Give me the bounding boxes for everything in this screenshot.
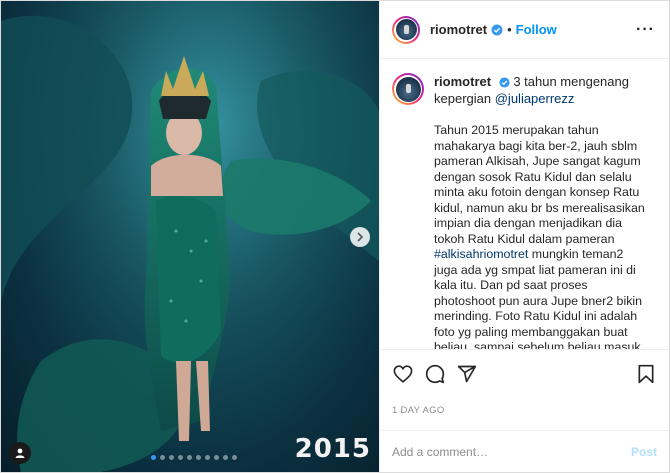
next-image-button[interactable] — [350, 227, 370, 247]
post-side-panel: riomotret • Follow ··· riomotret 3 tahun… — [379, 1, 669, 472]
post-header: riomotret • Follow ··· — [380, 1, 669, 59]
caption-body-1: Tahun 2015 merupakan tahun mahakarya bag… — [434, 123, 645, 246]
user-icon — [15, 448, 25, 458]
carousel-dot — [196, 455, 201, 460]
caption-avatar[interactable] — [392, 73, 424, 105]
username-link[interactable]: riomotret — [430, 22, 487, 37]
heart-icon — [393, 364, 413, 383]
save-button[interactable] — [635, 363, 657, 385]
underwater-photo — [1, 1, 379, 472]
caption-username[interactable]: riomotret — [434, 74, 491, 89]
carousel-dot — [151, 455, 156, 460]
caption-header: riomotret 3 tahun mengenang kepergian @j… — [392, 73, 653, 107]
carousel-indicator — [151, 455, 237, 460]
comment-input[interactable] — [392, 444, 631, 459]
avatar-image — [395, 76, 421, 102]
mention-link[interactable]: @juliaperrezz — [495, 91, 575, 106]
comment-button[interactable] — [424, 363, 446, 385]
verified-badge-icon — [491, 24, 503, 35]
tagged-users-button[interactable] — [9, 442, 31, 464]
add-comment-bar: Post — [380, 430, 669, 472]
carousel-dot — [214, 455, 219, 460]
post-dialog: 2015 riomotret • Follow ··· riomotret 3 … — [0, 0, 670, 473]
avatar[interactable] — [392, 15, 420, 44]
share-button[interactable] — [456, 363, 478, 385]
follow-button[interactable]: Follow — [516, 22, 557, 37]
post-image[interactable]: 2015 — [1, 1, 379, 472]
carousel-dot — [232, 455, 237, 460]
carousel-dot — [160, 455, 165, 460]
carousel-dot — [169, 455, 174, 460]
like-button[interactable] — [392, 363, 414, 385]
chevron-right-icon — [357, 232, 364, 242]
post-comment-button[interactable]: Post — [631, 445, 657, 459]
carousel-dot — [223, 455, 228, 460]
carousel-dot — [205, 455, 210, 460]
caption-body-2: mungkin teman2 juga ada yg smpat liat pa… — [434, 247, 643, 349]
caption-title: riomotret 3 tahun mengenang kepergian @j… — [434, 73, 653, 107]
hashtag-link[interactable]: #alkisahriomotret — [434, 247, 528, 261]
avatar-image — [395, 19, 417, 40]
year-overlay-text: 2015 — [294, 434, 371, 464]
action-bar — [380, 349, 669, 397]
carousel-dot — [178, 455, 183, 460]
share-icon — [457, 365, 477, 382]
comment-icon — [425, 364, 445, 383]
verified-badge-icon — [499, 77, 510, 88]
separator-dot: • — [507, 22, 512, 37]
caption-text: Tahun 2015 merupakan tahun mahakarya bag… — [434, 123, 649, 349]
carousel-dot — [187, 455, 192, 460]
comments-area: riomotret 3 tahun mengenang kepergian @j… — [380, 59, 669, 349]
post-timestamp[interactable]: 1 DAY AGO — [380, 397, 669, 430]
more-options-icon[interactable]: ··· — [636, 21, 655, 39]
bookmark-icon — [638, 364, 654, 383]
